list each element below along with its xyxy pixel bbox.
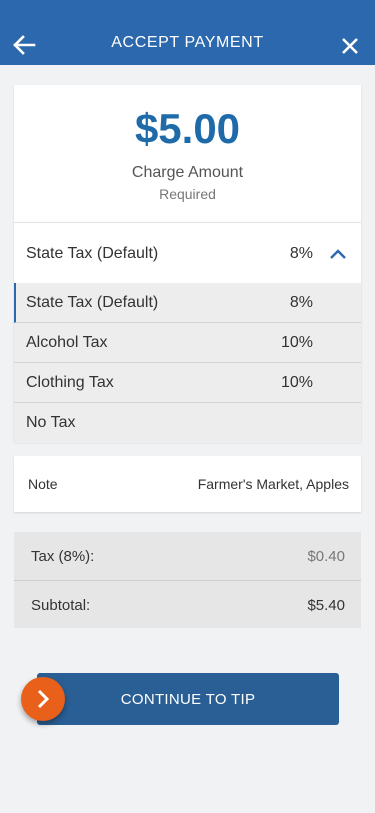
subtotal-row: Subtotal: $5.40 (14, 580, 361, 628)
tax-option-none[interactable]: No Tax (14, 403, 361, 443)
continue-fab[interactable] (21, 677, 65, 721)
charge-amount-required: Required (159, 186, 216, 202)
payment-summary: Tax (8%): $0.40 Subtotal: $5.40 (14, 532, 361, 628)
tax-dropdown-toggle[interactable]: State Tax (Default) 8% (14, 223, 361, 283)
tax-summary-value: $0.40 (307, 548, 345, 565)
tax-summary-row: Tax (8%): $0.40 (14, 532, 361, 580)
app-header: ACCEPT PAYMENT (0, 0, 375, 65)
chevron-right-icon (37, 689, 50, 709)
tax-option-rate: 10% (280, 374, 313, 391)
page-title: ACCEPT PAYMENT (111, 34, 264, 51)
tax-option-rate: 8% (289, 294, 313, 311)
tax-option-name: No Tax (26, 414, 76, 431)
selected-tax-rate: 8% (289, 245, 313, 262)
charge-amount-label: Charge Amount (131, 164, 244, 181)
subtotal-label: Subtotal: (31, 597, 91, 614)
tax-option-name: Alcohol Tax (26, 334, 108, 351)
chevron-up-icon (330, 249, 346, 259)
close-icon (342, 38, 358, 54)
note-field[interactable]: Note Farmer's Market, Apples (14, 456, 361, 512)
tax-selector: State Tax (Default) 8% State Tax (Defaul… (14, 222, 361, 443)
subtotal-value: $5.40 (307, 597, 345, 614)
continue-button-label: CONTINUE TO TIP (120, 690, 256, 708)
tax-summary-label: Tax (8%): (31, 548, 95, 565)
tax-options-list: State Tax (Default) 8% Alcohol Tax 10% C… (14, 283, 361, 443)
charge-amount-value[interactable]: $5.00 (14, 105, 361, 153)
note-value[interactable]: Farmer's Market, Apples (198, 476, 349, 492)
note-label: Note (28, 476, 58, 492)
charge-amount-card[interactable]: $5.00 Charge Amount Required (14, 85, 361, 222)
tax-option-name: Clothing Tax (26, 374, 114, 391)
tax-option-alcohol[interactable]: Alcohol Tax 10% (14, 323, 361, 363)
selected-tax-name: State Tax (Default) (26, 245, 159, 262)
tax-option-clothing[interactable]: Clothing Tax 10% (14, 363, 361, 403)
tax-option-state[interactable]: State Tax (Default) 8% (14, 283, 361, 323)
tax-option-rate: 10% (280, 334, 313, 351)
tax-option-name: State Tax (Default) (26, 294, 159, 311)
continue-to-tip-button[interactable]: CONTINUE TO TIP (37, 673, 339, 725)
close-button[interactable] (337, 33, 363, 59)
